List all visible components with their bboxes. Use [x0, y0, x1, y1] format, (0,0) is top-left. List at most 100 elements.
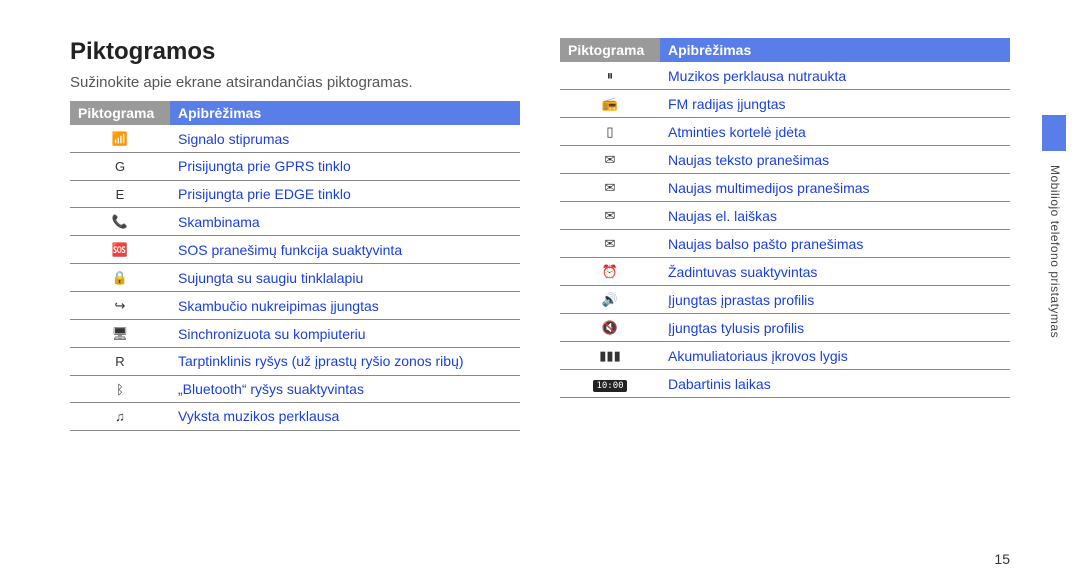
definition-cell: Skambučio nukreipimas įjungtas: [170, 292, 520, 320]
icon-cell: ✉: [560, 174, 660, 202]
icon-cell: ▯: [560, 118, 660, 146]
new-voicemail-icon: ✉: [599, 236, 621, 252]
edge-icon: E: [109, 186, 131, 202]
intro-text: Sužinokite apie ekrane atsirandančias pi…: [70, 74, 520, 91]
icon-cell: ✉: [560, 230, 660, 258]
icon-cell: ♫: [70, 403, 170, 431]
table-row: R Tarptinklinis ryšys (už įprastų ryšio z…: [70, 348, 520, 376]
icon-cell: ⏰: [560, 258, 660, 286]
definition-cell: „Bluetooth“ ryšys suaktyvintas: [170, 375, 520, 403]
table-row: 🖥 Sinchronizuota su kompiuteriu: [70, 320, 520, 348]
sos-icon: 🆘: [109, 242, 131, 258]
icon-cell: R: [70, 348, 170, 376]
table-row: ⏸ Muzikos perklausa nutraukta: [560, 62, 1010, 90]
pc-sync-icon: 🖥: [109, 326, 131, 342]
definition-cell: SOS pranešimų funkcija suaktyvinta: [170, 236, 520, 264]
header-definition: Apibrėžimas: [660, 38, 1010, 62]
new-email-icon: ✉: [599, 208, 621, 224]
icon-cell: 🆘: [70, 236, 170, 264]
table-row: ▯ Atminties kortelė įdėta: [560, 118, 1010, 146]
table-row: E Prisijungta prie EDGE tinklo: [70, 180, 520, 208]
header-icon: Piktograma: [70, 101, 170, 125]
definition-cell: Prisijungta prie GPRS tinklo: [170, 153, 520, 181]
table-row: ✉ Naujas balso pašto pranešimas: [560, 230, 1010, 258]
icon-cell: ↪: [70, 292, 170, 320]
page-title: Piktogramos: [70, 38, 520, 66]
normal-profile-icon: 🔊: [599, 292, 621, 308]
table-row: ↪ Skambučio nukreipimas įjungtas: [70, 292, 520, 320]
definition-cell: Akumuliatoriaus įkrovos lygis: [660, 342, 1010, 370]
icon-cell: 📶: [70, 125, 170, 153]
new-text-icon: ✉: [599, 152, 621, 168]
table-row: 🔒Sujungta su saugiu tinklalapiu: [70, 264, 520, 292]
icon-table-left: Piktograma Apibrėžimas 📶 Signalo stipruma…: [70, 101, 520, 431]
table-row: ᛒ „Bluetooth“ ryšys suaktyvintas: [70, 375, 520, 403]
definition-cell: Atminties kortelė įdėta: [660, 118, 1010, 146]
definition-cell: Sujungta su saugiu tinklalapiu: [170, 264, 520, 292]
bluetooth-icon: ᛒ: [109, 381, 131, 397]
definition-cell: Muzikos perklausa nutraukta: [660, 62, 1010, 90]
icon-cell: 10:00: [560, 370, 660, 398]
definition-cell: Naujas el. laiškas: [660, 202, 1010, 230]
definition-cell: Naujas teksto pranešimas: [660, 146, 1010, 174]
table-row: 📞 Skambinama: [70, 208, 520, 236]
icon-cell: 🔇: [560, 314, 660, 342]
music-play-icon: ♫: [109, 409, 131, 425]
side-section-label: Mobiliojo telefono pristatymas: [1048, 165, 1062, 338]
icon-cell: ✉: [560, 202, 660, 230]
left-column: Piktogramos Sužinokite apie ekrane atsir…: [70, 38, 520, 431]
table-row: ✉ Naujas teksto pranešimas: [560, 146, 1010, 174]
definition-cell: Įjungtas įprastas profilis: [660, 286, 1010, 314]
icon-cell: ✉: [560, 146, 660, 174]
table-row: 🔇 Įjungtas tylusis profilis: [560, 314, 1010, 342]
call-forward-icon: ↪: [109, 298, 131, 314]
icon-cell: G: [70, 153, 170, 181]
page-number: 15: [994, 551, 1010, 567]
silent-profile-icon: 🔇: [599, 320, 621, 336]
table-row: G Prisijungta prie GPRS tinklo: [70, 153, 520, 181]
signal-icon: 📶: [109, 131, 131, 147]
alarm-icon: ⏰: [599, 264, 621, 280]
definition-cell: Sinchronizuota su kompiuteriu: [170, 320, 520, 348]
icon-table-right: Piktograma Apibrėžimas ⏸ Muzikos perklaus…: [560, 38, 1010, 398]
fm-radio-icon: 📻: [599, 96, 621, 112]
definition-cell: Signalo stiprumas: [170, 125, 520, 153]
definition-cell: Vyksta muzikos perklausa: [170, 403, 520, 431]
definition-cell: Skambinama: [170, 208, 520, 236]
icon-cell: 🔊: [560, 286, 660, 314]
definition-cell: FM radijas įjungtas: [660, 90, 1010, 118]
roaming-icon: R: [109, 354, 131, 370]
call-icon: 📞: [109, 214, 131, 230]
table-row: 📻 FM radijas įjungtas: [560, 90, 1010, 118]
definition-cell: Tarptinklinis ryšys (už įprastų ryšio zo…: [170, 348, 520, 376]
icon-cell: ▮▮▮: [560, 342, 660, 370]
icon-cell: 🔒: [70, 264, 170, 292]
table-row: ▮▮▮ Akumuliatoriaus įkrovos lygis: [560, 342, 1010, 370]
table-row: 📶 Signalo stiprumas: [70, 125, 520, 153]
icon-cell: 📻: [560, 90, 660, 118]
definition-cell: Žadintuvas suaktyvintas: [660, 258, 1010, 286]
right-column: Piktograma Apibrėžimas ⏸ Muzikos perklaus…: [560, 38, 1010, 431]
table-row: ♫ Vyksta muzikos perklausa: [70, 403, 520, 431]
icon-cell: E: [70, 180, 170, 208]
definition-cell: Naujas balso pašto pranešimas: [660, 230, 1010, 258]
definition-cell: Naujas multimedijos pranešimas: [660, 174, 1010, 202]
header-icon: Piktograma: [560, 38, 660, 62]
side-tab-marker: [1042, 115, 1066, 151]
clock-icon: 10:00: [593, 380, 626, 392]
icon-cell: 📞: [70, 208, 170, 236]
table-row: ✉ Naujas el. laiškas: [560, 202, 1010, 230]
table-row: 10:00 Dabartinis laikas: [560, 370, 1010, 398]
gprs-icon: G: [109, 159, 131, 175]
header-definition: Apibrėžimas: [170, 101, 520, 125]
music-pause-icon: ⏸: [599, 68, 621, 84]
table-row: ⏰ Žadintuvas suaktyvintas: [560, 258, 1010, 286]
table-row: 🆘 SOS pranešimų funkcija suaktyvinta: [70, 236, 520, 264]
definition-cell: Įjungtas tylusis profilis: [660, 314, 1010, 342]
icon-cell: ᛒ: [70, 375, 170, 403]
icon-cell: ⏸: [560, 62, 660, 90]
battery-icon: ▮▮▮: [599, 348, 621, 364]
definition-cell: Prisijungta prie EDGE tinklo: [170, 180, 520, 208]
memory-card-icon: ▯: [599, 124, 621, 140]
definition-cell: Dabartinis laikas: [660, 370, 1010, 398]
